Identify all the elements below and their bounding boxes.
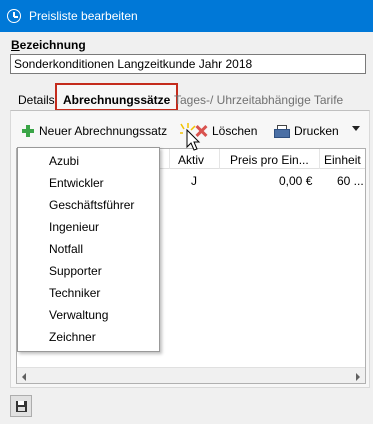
printer-icon [274,125,290,138]
bezeichnung-label-accesskey: B [11,38,20,52]
column-header-einheit[interactable]: Einheit [319,149,365,169]
floppy-disk-icon [16,401,27,412]
title-bar: Preisliste bearbeiten [0,0,373,32]
new-rate-label: Neuer Abrechnungssatz [39,124,168,138]
bezeichnung-label: Bezeichnung [11,38,86,52]
dropdown-item[interactable]: Geschäftsführer [49,198,134,216]
window-title: Preisliste bearbeiten [29,9,138,23]
clock-icon [7,9,21,23]
plus-icon [22,125,34,137]
horizontal-scrollbar[interactable] [17,367,365,383]
print-button[interactable]: Drucken [274,122,339,140]
bezeichnung-label-text: ezeichnung [19,38,86,52]
save-button[interactable] [10,395,32,417]
dropdown-item[interactable]: Azubi [49,154,79,172]
new-rate-button[interactable]: Neuer Abrechnungssatz [22,122,167,140]
column-header-preis[interactable]: Preis pro Ein... [219,149,319,169]
cell-aktiv: J [191,174,197,188]
mouse-cursor-icon [180,123,201,151]
dropdown-item[interactable]: Techniker [49,286,100,304]
column-header-aktiv[interactable]: Aktiv [169,149,219,169]
dropdown-item[interactable]: Zeichner [49,330,96,348]
delete-label: Löschen [212,124,258,138]
scroll-left-icon[interactable] [22,373,26,381]
bezeichnung-input[interactable] [10,54,366,74]
dropdown-item[interactable]: Entwickler [49,176,104,194]
dropdown-item[interactable]: Notfall [49,242,83,260]
dropdown-item[interactable]: Supporter [49,264,102,282]
scroll-right-icon[interactable] [356,373,360,381]
tab-details[interactable]: Details [14,90,59,110]
rate-type-dropdown: Azubi Entwickler Geschäftsführer Ingenie… [17,147,160,352]
cell-preis: 0,00 € [279,174,313,188]
print-label: Drucken [294,124,339,138]
dropdown-item[interactable]: Ingenieur [49,220,99,238]
cell-einheit: 60 ... [337,174,364,188]
tab-abrechnungssaetze[interactable]: Abrechnungssätze [54,83,179,111]
tab-tages-uhrzeit-tarife[interactable]: Tages-/ Uhrzeitabhängige Tarife [170,90,347,110]
delete-button[interactable]: Löschen [195,122,257,140]
dropdown-item[interactable]: Verwaltung [49,308,108,326]
tab-strip: Details Abrechnungssätze Tages-/ Uhrzeit… [10,83,370,111]
print-dropdown-chevron-icon[interactable] [352,126,360,131]
